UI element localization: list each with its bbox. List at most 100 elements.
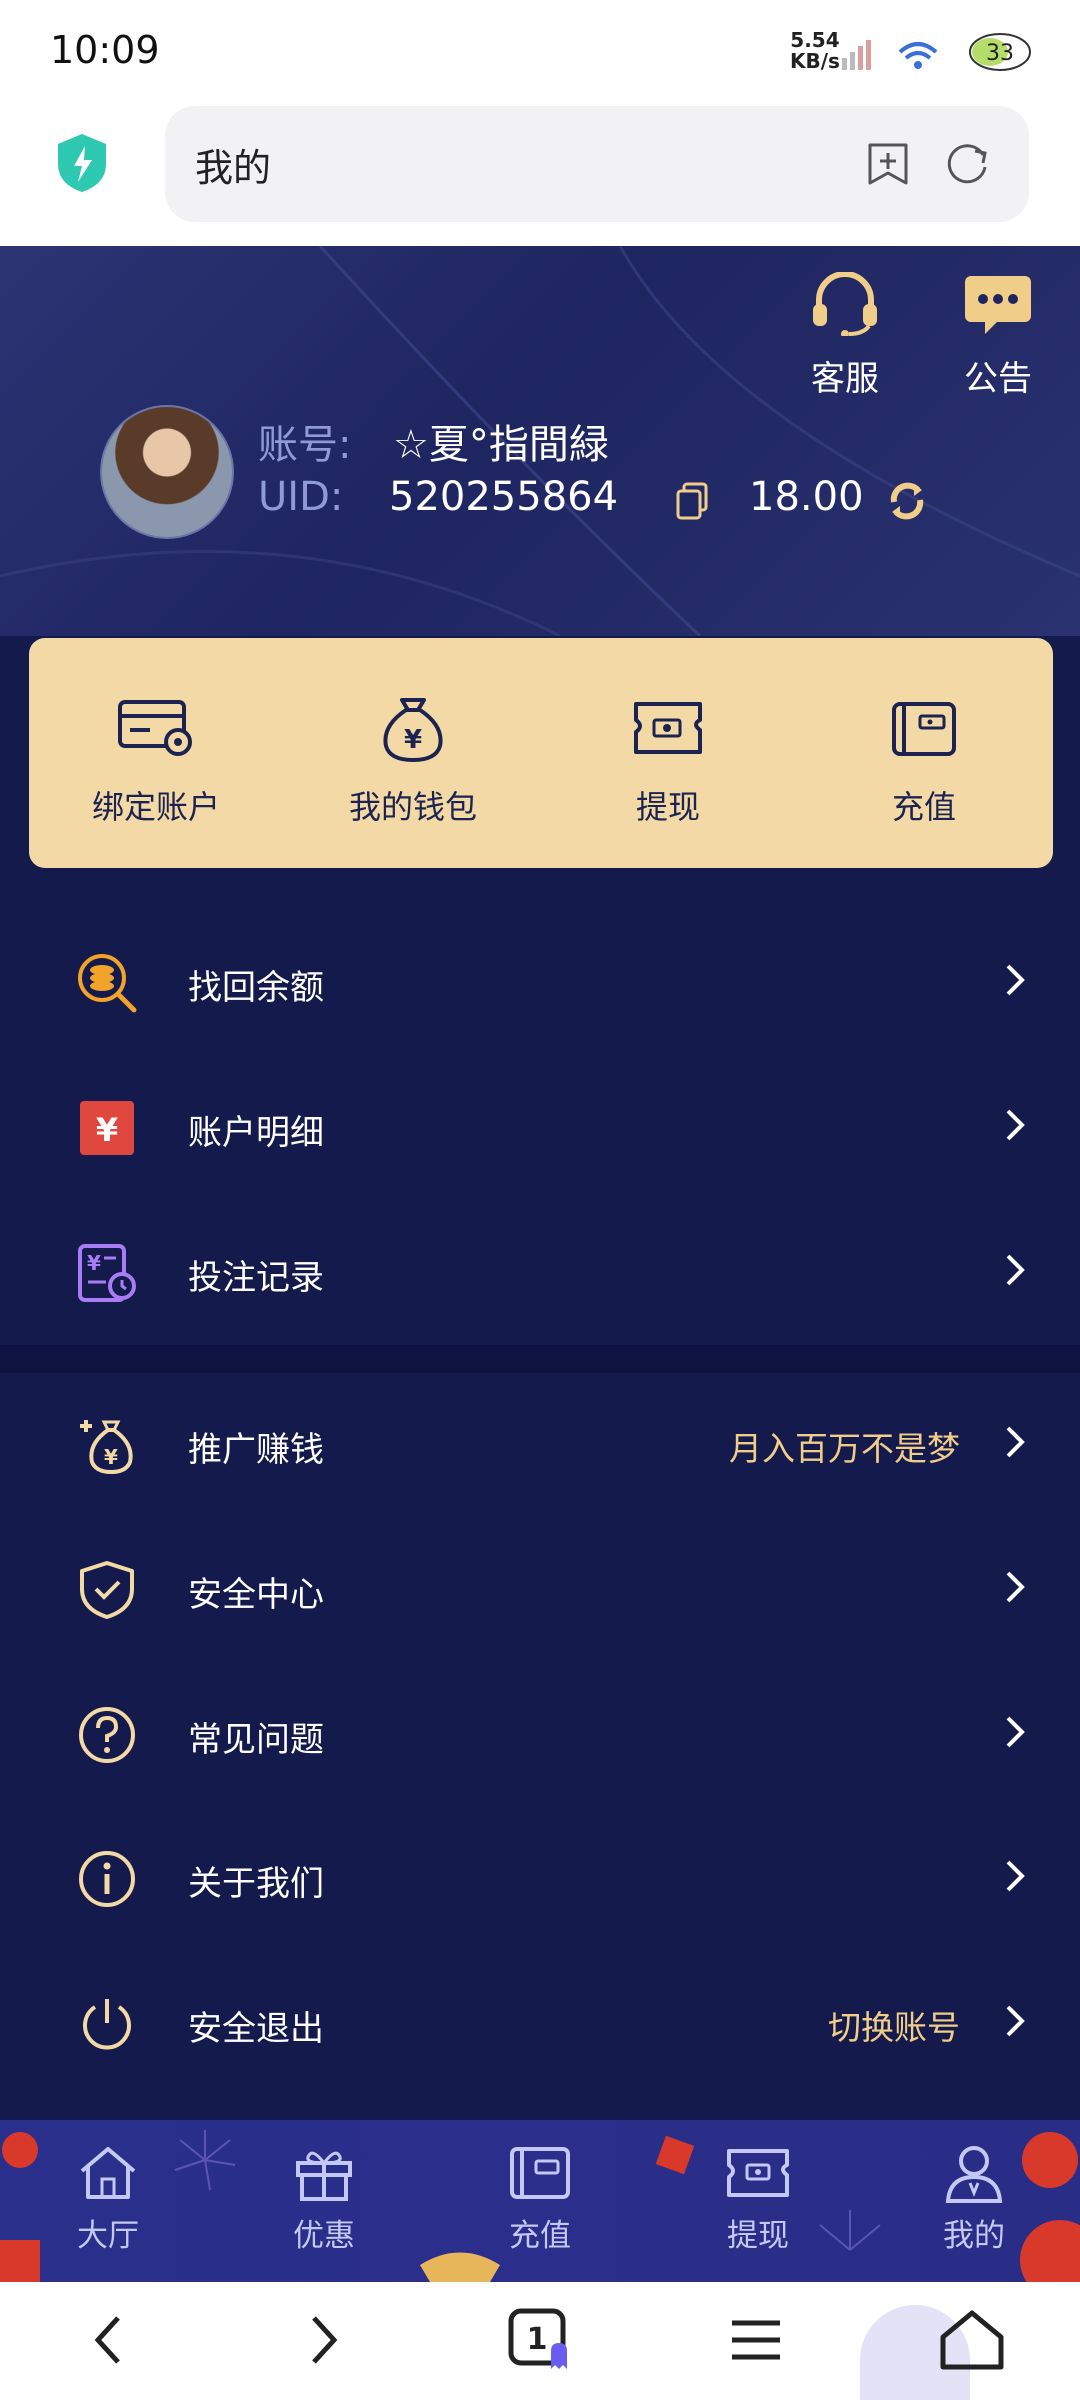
tab-promotions[interactable]: 优惠 <box>254 2138 394 2255</box>
balance-value: 18.00 <box>749 474 864 520</box>
wifi-icon <box>898 42 938 69</box>
withdraw-label: 提现 <box>635 788 700 826</box>
card-settings-icon <box>118 700 192 756</box>
chevron-right-icon <box>1006 964 1025 996</box>
gift-icon <box>296 2151 352 2201</box>
withdraw-ticket-icon <box>634 702 702 754</box>
svg-text:¥: ¥ <box>96 1111 118 1149</box>
power-icon <box>83 1999 131 2050</box>
my-wallet-button[interactable]: ¥ 我的钱包 <box>303 688 523 828</box>
tab-count: 1 <box>527 2322 548 2357</box>
hamburger-menu-icon <box>732 2320 780 2360</box>
customer-service-label: 客服 <box>811 359 879 399</box>
menu-item-account-details[interactable]: ¥ 账户明细 <box>0 1055 1080 1199</box>
menu-item-logout[interactable]: 安全退出 切换账号 <box>0 1951 1080 2095</box>
bind-account-button[interactable]: 绑定账户 <box>46 688 266 828</box>
status-time: 10:09 <box>50 28 160 72</box>
chevron-right-icon <box>1006 1860 1025 1892</box>
address-bar-text[interactable]: 我的 <box>195 137 271 192</box>
bet-records-label: 投注记录 <box>188 1258 324 1298</box>
chevron-right-icon <box>1006 1109 1025 1141</box>
tab-withdraw-label: 提现 <box>727 2218 789 2254</box>
svg-text:¥: ¥ <box>104 1445 118 1469</box>
bind-account-label: 绑定账户 <box>91 788 220 826</box>
promote-earn-label: 推广赚钱 <box>188 1430 324 1470</box>
back-button[interactable] <box>48 2300 168 2380</box>
withdraw-button[interactable]: 提现 <box>558 688 778 828</box>
status-icons: 33 <box>842 33 1031 71</box>
question-icon <box>79 1707 135 1763</box>
back-arrow-icon <box>94 2316 120 2364</box>
wallet-icon <box>510 2147 570 2199</box>
section-divider <box>0 1345 1080 1373</box>
home-nav-icon <box>940 2310 1004 2370</box>
svg-text:¥: ¥ <box>404 725 422 755</box>
tab-promotions-label: 优惠 <box>293 2218 355 2254</box>
tab-mine[interactable]: 我的 <box>904 2138 1044 2255</box>
copy-icon[interactable] <box>676 482 708 520</box>
network-speed-unit: KB/s <box>790 49 840 73</box>
home-button[interactable] <box>912 2300 1032 2380</box>
tab-mine-label: 我的 <box>943 2218 1005 2254</box>
bet-record-icon: ¥ <box>78 1244 136 1302</box>
recover-balance-label: 找回余额 <box>188 968 324 1008</box>
my-wallet-label: 我的钱包 <box>348 788 477 826</box>
menu-item-security-center[interactable]: 安全中心 <box>0 1517 1080 1661</box>
refresh-balance-icon[interactable] <box>886 480 928 522</box>
avatar[interactable] <box>100 405 234 539</box>
tab-withdraw[interactable]: 提现 <box>688 2138 828 2255</box>
chevron-right-icon <box>1006 1254 1025 1286</box>
recharge-button[interactable]: 充值 <box>814 688 1034 828</box>
tab-recharge-label: 充值 <box>509 2218 571 2254</box>
promote-earn-slogan: 月入百万不是梦 <box>729 1429 960 1468</box>
account-details-label: 账户明细 <box>188 1113 324 1153</box>
user-icon <box>945 2146 1003 2203</box>
chevron-right-icon <box>1006 2005 1025 2037</box>
account-label: 账号: <box>258 422 352 468</box>
yuan-document-icon: ¥ <box>80 1101 134 1155</box>
coin-search-icon <box>78 954 137 1013</box>
security-shield-icon[interactable] <box>54 132 110 194</box>
chevron-right-icon <box>1006 1426 1025 1458</box>
menu-item-bet-records[interactable]: ¥ 投注记录 <box>0 1200 1080 1344</box>
chat-bubble-icon <box>965 276 1031 334</box>
promo-money-icon: ¥ <box>80 1420 133 1475</box>
security-center-label: 安全中心 <box>188 1575 324 1615</box>
svg-text:¥: ¥ <box>87 1251 101 1275</box>
menu-button[interactable] <box>696 2300 816 2380</box>
network-speed-value: 5.54 <box>790 28 840 52</box>
shield-check-icon <box>80 1561 134 1619</box>
menu-item-recover-balance[interactable]: 找回余额 <box>0 910 1080 1054</box>
menu-item-about-us[interactable]: 关于我们 <box>0 1806 1080 1950</box>
uid-value: 520255864 <box>389 474 619 520</box>
chevron-right-icon <box>1006 1571 1025 1603</box>
network-speed: 5.54 KB/s <box>790 30 840 72</box>
switch-account-label[interactable]: 切换账号 <box>828 2001 960 2049</box>
money-bag-icon: ¥ <box>383 698 443 763</box>
logout-label: 安全退出 <box>188 2009 324 2049</box>
menu-item-faq[interactable]: 常见问题 <box>0 1662 1080 1806</box>
uid-label: UID: <box>258 474 344 520</box>
refresh-icon[interactable] <box>945 141 991 187</box>
customer-service-button[interactable]: 客服 <box>790 271 900 400</box>
forward-button[interactable] <box>264 2300 384 2380</box>
tab-lobby[interactable]: 大厅 <box>38 2138 178 2255</box>
home-icon <box>80 2147 136 2199</box>
recharge-label: 充值 <box>891 788 956 826</box>
forward-arrow-icon <box>312 2316 338 2364</box>
about-us-label: 关于我们 <box>188 1864 324 1904</box>
chevron-right-icon <box>1006 1716 1025 1748</box>
tabs-button[interactable]: 1 <box>480 2300 600 2380</box>
tab-recharge[interactable]: 充值 <box>470 2138 610 2255</box>
announcement-button[interactable]: 公告 <box>943 272 1053 400</box>
account-value: ☆夏°指間緑 <box>393 422 609 468</box>
tab-lobby-label: 大厅 <box>77 2218 139 2254</box>
add-bookmark-icon[interactable] <box>866 141 910 187</box>
wallet-icon <box>892 702 956 756</box>
withdraw-icon <box>727 2149 789 2197</box>
tabs-icon: 1 <box>508 2308 567 2369</box>
faq-label: 常见问题 <box>188 1720 324 1760</box>
info-icon <box>79 1851 135 1907</box>
headset-icon <box>813 271 877 338</box>
menu-item-promote-earn[interactable]: ¥ 推广赚钱 月入百万不是梦 <box>0 1372 1080 1516</box>
